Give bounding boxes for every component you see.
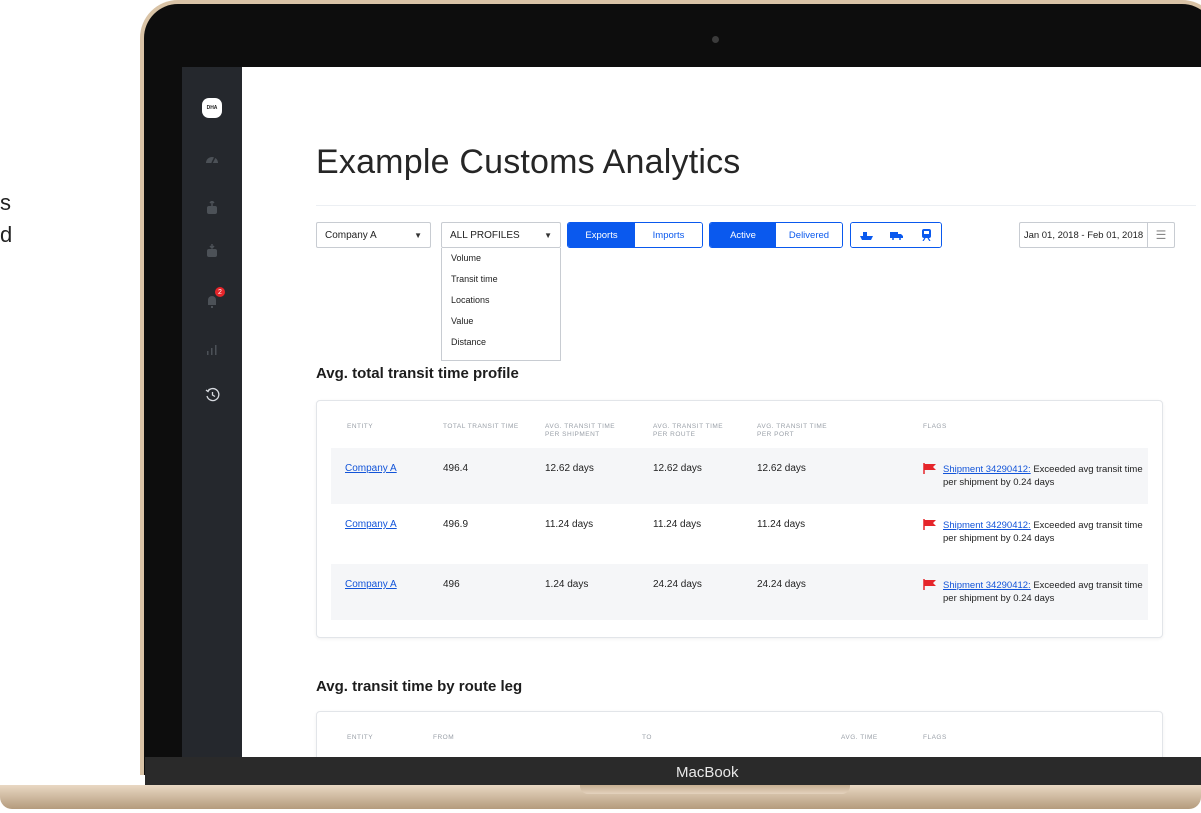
table-row: Company A 496 1.24 days 24.24 days 24.24… <box>331 564 1148 620</box>
avg-per-route: 24.24 days <box>653 579 702 590</box>
avg-per-port: 24.24 days <box>757 579 806 590</box>
truck-icon <box>889 231 903 240</box>
status-toggle: Active Delivered <box>709 222 843 248</box>
history-icon <box>205 387 219 401</box>
bar-chart-icon <box>207 345 217 355</box>
company-select[interactable]: Company A ▼ <box>316 222 431 248</box>
col-header-flags: FLAGS <box>923 734 947 741</box>
profile-select-value: ALL PROFILES <box>450 229 520 241</box>
total-transit-time: 496.4 <box>443 463 469 474</box>
col-header-to: TO <box>642 734 652 741</box>
col-header-total: TOTAL TRANSIT TIME <box>443 423 519 430</box>
notification-badge: 2 <box>215 287 225 297</box>
profile-option-locations[interactable]: Locations <box>442 290 560 311</box>
route-leg-title: Avg. transit time by route leg <box>316 678 523 695</box>
sidebar-item-imports[interactable] <box>182 239 242 263</box>
shipment-link[interactable]: Shipment 34290412: <box>943 464 1031 475</box>
train-icon <box>921 229 931 241</box>
red-flag-icon <box>923 579 936 590</box>
device-label: MacBook <box>676 764 739 781</box>
col-header-per-route: AVG. TRANSIT TIME PER ROUTE <box>653 423 724 438</box>
main-content: Example Customs Analytics Company A ▼ AL… <box>242 67 1201 762</box>
profile-option-value[interactable]: Value <box>442 311 560 332</box>
col-header-entity: ENTITY <box>347 734 374 741</box>
avg-per-route: 11.24 days <box>653 519 702 530</box>
ship-icon <box>859 231 873 240</box>
flag-message: Shipment 34290412: Exceeded avg transit … <box>943 463 1143 489</box>
import-icon <box>207 244 217 257</box>
truck-mode-button[interactable] <box>881 223 911 247</box>
delivered-button[interactable]: Delivered <box>776 223 842 247</box>
sidebar-item-reports[interactable] <box>182 337 242 361</box>
shipment-link[interactable]: Shipment 34290412: <box>943 580 1031 591</box>
col-header-per-shipment: AVG. TRANSIT TIME PER SHIPMENT <box>545 423 616 438</box>
profile-option-volume[interactable]: Volume <box>442 248 560 269</box>
camera-icon <box>712 36 719 43</box>
laptop-notch <box>580 785 850 794</box>
filter-icon[interactable]: ☰ <box>1147 223 1174 247</box>
route-leg-card: ENTITY FROM TO AVG. TIME FLAGS <box>316 711 1163 762</box>
total-transit-time: 496 <box>443 579 460 590</box>
sidebar-item-exports[interactable] <box>182 196 242 220</box>
table-row: Company A 496.9 11.24 days 11.24 days 11… <box>331 504 1148 560</box>
total-transit-time: 496.9 <box>443 519 469 530</box>
cropped-side-text-1: s <box>0 190 11 215</box>
flag-message: Shipment 34290412: Exceeded avg transit … <box>943 579 1143 605</box>
profile-option-distance[interactable]: Distance <box>442 332 560 353</box>
cropped-side-text-2: d <box>0 222 13 247</box>
col-header-flags: FLAGS <box>923 423 947 430</box>
app-screen: DHA 2 Example Customs Analytics Company … <box>182 67 1201 762</box>
profile-dropdown-menu: Volume Transit time Locations Value Dist… <box>441 248 561 361</box>
avg-per-shipment: 11.24 days <box>545 519 594 530</box>
chevron-down-icon: ▼ <box>544 230 552 240</box>
red-flag-icon <box>923 519 936 530</box>
col-header-from: FROM <box>433 734 455 741</box>
laptop-hinge <box>145 757 1201 785</box>
avg-per-shipment: 1.24 days <box>545 579 589 590</box>
sidebar-item-history[interactable] <box>182 382 242 406</box>
profile-select[interactable]: ALL PROFILES ▼ <box>441 222 561 248</box>
direction-toggle: Exports Imports <box>567 222 703 248</box>
sidebar-item-home[interactable]: DHA <box>182 96 242 120</box>
page-title: Example Customs Analytics <box>316 143 741 181</box>
sidebar-item-notifications[interactable]: 2 <box>182 287 242 313</box>
date-range-value: Jan 01, 2018 - Feb 01, 2018 <box>1023 229 1144 241</box>
entity-link[interactable]: Company A <box>345 519 397 530</box>
title-divider <box>316 205 1196 206</box>
col-header-avg-time: AVG. TIME <box>841 734 878 741</box>
avg-per-shipment: 12.62 days <box>545 463 594 474</box>
date-range-picker[interactable]: Jan 01, 2018 - Feb 01, 2018 ☰ <box>1019 222 1175 248</box>
company-select-value: Company A <box>325 229 377 241</box>
col-header-per-port: AVG. TRANSIT TIME PER PORT <box>757 423 828 438</box>
laptop-bezel: DHA 2 Example Customs Analytics Company … <box>140 0 1201 775</box>
train-mode-button[interactable] <box>911 223 941 247</box>
avg-per-route: 12.62 days <box>653 463 702 474</box>
shipment-link[interactable]: Shipment 34290412: <box>943 520 1031 531</box>
transport-mode-toggle <box>850 222 942 248</box>
transit-profile-title: Avg. total transit time profile <box>316 365 519 382</box>
col-header-entity: ENTITY <box>347 423 374 430</box>
entity-link[interactable]: Company A <box>345 579 397 590</box>
sidebar-item-dashboard[interactable] <box>182 146 242 170</box>
export-icon <box>207 201 217 214</box>
flag-message: Shipment 34290412: Exceeded avg transit … <box>943 519 1143 545</box>
dha-logo-icon: DHA <box>202 98 222 118</box>
transit-profile-card: ENTITY TOTAL TRANSIT TIME AVG. TRANSIT T… <box>316 400 1163 638</box>
avg-per-port: 11.24 days <box>757 519 806 530</box>
chevron-down-icon: ▼ <box>414 230 422 240</box>
active-button[interactable]: Active <box>710 223 776 247</box>
red-flag-icon <box>923 463 936 474</box>
imports-button[interactable]: Imports <box>635 223 702 247</box>
dashboard-icon <box>206 156 218 164</box>
avg-per-port: 12.62 days <box>757 463 806 474</box>
sidebar: DHA 2 <box>182 67 242 762</box>
ship-mode-button[interactable] <box>851 223 881 247</box>
exports-button[interactable]: Exports <box>568 223 635 247</box>
table-row: Company A 496.4 12.62 days 12.62 days 12… <box>331 448 1148 504</box>
entity-link[interactable]: Company A <box>345 463 397 474</box>
profile-option-transit-time[interactable]: Transit time <box>442 269 560 290</box>
